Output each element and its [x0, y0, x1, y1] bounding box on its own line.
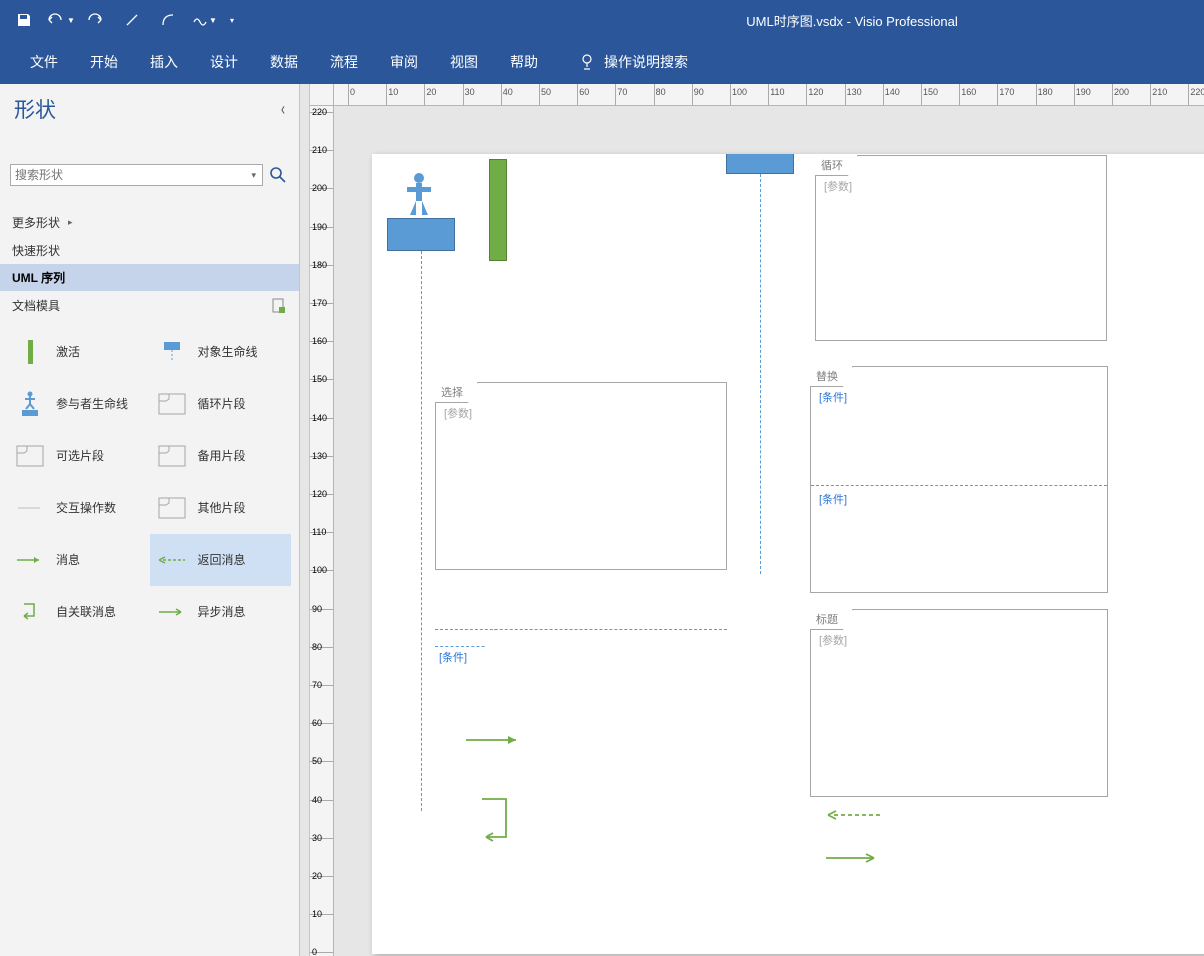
shape-alt-fragment[interactable]: 备用片段 [150, 430, 292, 482]
message-icon [15, 555, 45, 565]
opt-cond: [条件] [439, 649, 467, 665]
vertical-ruler: 2202102001901801701601501401301201101009… [310, 106, 334, 956]
document-icon [271, 298, 287, 314]
qat-customize-button[interactable]: ▾ [224, 5, 240, 35]
shapes-panel-title: 形状 [14, 94, 56, 124]
canvas-object-dash[interactable] [760, 174, 761, 574]
alt-divider [811, 485, 1107, 486]
alt-fragment-label: 替换 [810, 366, 853, 387]
alt-fragment-icon [158, 445, 186, 467]
other-fragment-icon [158, 497, 186, 519]
shape-self-message[interactable]: 自关联消息 [8, 586, 150, 638]
return-message-icon [157, 555, 187, 565]
select-fragment-param: [参数] [444, 405, 472, 421]
object-lifeline-icon [160, 340, 184, 364]
shape-activation[interactable]: 激活 [8, 326, 150, 378]
shape-palette: 激活 对象生命线 参与者生命线 循环片段 可选片段 备用片段 [0, 320, 299, 644]
arc-tool-button[interactable] [152, 5, 184, 35]
undo-button[interactable]: ▼ [44, 5, 76, 35]
canvas-object-head[interactable] [726, 154, 794, 174]
title-bar: ▼ ▼ ▾ UML时序图.vsdx - Visio Professional [0, 0, 1204, 40]
canvas-message-arrow[interactable] [466, 734, 526, 749]
shape-async-message[interactable]: 异步消息 [150, 586, 292, 638]
tab-insert[interactable]: 插入 [134, 42, 194, 82]
uml-sequence-stencil[interactable]: UML 序列 [0, 264, 299, 291]
line-tool-button[interactable] [116, 5, 148, 35]
tab-data[interactable]: 数据 [254, 42, 314, 82]
canvas-return-arrow[interactable] [824, 809, 884, 824]
search-dropdown-icon[interactable]: ▾ [249, 170, 258, 181]
canvas-actor-lifeline[interactable] [399, 171, 439, 224]
search-button[interactable] [267, 164, 289, 186]
actor-lifeline-icon [18, 390, 42, 418]
horizontal-ruler: 0102030405060708090100110120130140150160… [334, 84, 1204, 106]
activation-icon [28, 340, 33, 364]
canvas-title-fragment[interactable]: 标题 [参数] [810, 609, 1108, 797]
main-area: 形状 ‹ ▾ 更多形状▸ 快速形状 UML 序列 文档模具 激活 [0, 84, 1204, 956]
tab-review[interactable]: 审阅 [374, 42, 434, 82]
canvas-actor-head[interactable] [387, 218, 455, 251]
canvas-async-arrow[interactable] [824, 852, 884, 867]
self-message-icon [18, 600, 42, 624]
async-message-icon [157, 607, 187, 617]
collapse-shapes-button[interactable]: ‹ [281, 99, 285, 120]
quick-shapes-stencil[interactable]: 快速形状 [0, 237, 299, 264]
tab-file[interactable]: 文件 [14, 42, 74, 82]
save-button[interactable] [8, 5, 40, 35]
shape-interaction-count[interactable]: 交互操作数 [8, 482, 150, 534]
loop-fragment-icon [158, 393, 186, 415]
shape-opt-fragment[interactable]: 可选片段 [8, 430, 150, 482]
alt-cond-1: [条件] [819, 389, 847, 405]
canvas-activation[interactable] [489, 159, 507, 261]
tell-me-search[interactable]: 操作说明搜索 [562, 42, 704, 82]
shape-other-fragment[interactable]: 其他片段 [150, 482, 292, 534]
search-shapes-input[interactable]: ▾ [10, 164, 263, 186]
tab-help[interactable]: 帮助 [494, 42, 554, 82]
redo-button[interactable] [80, 5, 112, 35]
drawing-page[interactable]: 循环 [参数] 选择 [参数] 替换 [条件] [条件] 标题 [参数] [372, 154, 1204, 954]
tab-view[interactable]: 视图 [434, 42, 494, 82]
loop-fragment-label: 循环 [815, 155, 858, 176]
canvas-actor-dash[interactable] [421, 251, 422, 811]
shape-return-message[interactable]: 返回消息 [150, 534, 292, 586]
ruler-corner [310, 84, 334, 106]
alt-cond-2: [条件] [819, 491, 847, 507]
ribbon-tabs: 文件 开始 插入 设计 数据 流程 审阅 视图 帮助 操作说明搜索 [0, 40, 1204, 84]
loop-fragment-param: [参数] [824, 178, 852, 194]
shape-actor-lifeline[interactable]: 参与者生命线 [8, 378, 150, 430]
canvas-self-message[interactable] [476, 795, 512, 848]
shape-message[interactable]: 消息 [8, 534, 150, 586]
canvas-select-fragment[interactable]: 选择 [参数] [435, 382, 727, 570]
canvas-area[interactable]: 0102030405060708090100110120130140150160… [310, 84, 1204, 956]
tab-design[interactable]: 设计 [194, 42, 254, 82]
more-shapes-button[interactable]: 更多形状▸ [0, 200, 299, 237]
opt-fragment-icon [16, 445, 44, 467]
title-fragment-param: [参数] [819, 632, 847, 648]
freeform-tool-button[interactable]: ▼ [188, 5, 220, 35]
shape-loop-fragment[interactable]: 循环片段 [150, 378, 292, 430]
quick-access-toolbar: ▼ ▼ ▾ [0, 5, 240, 35]
select-fragment-label: 选择 [435, 382, 478, 403]
tab-home[interactable]: 开始 [74, 42, 134, 82]
document-stencil[interactable]: 文档模具 [0, 291, 299, 320]
canvas-alt-fragment[interactable]: 替换 [条件] [条件] [810, 366, 1108, 593]
shape-object-lifeline[interactable]: 对象生命线 [150, 326, 292, 378]
interaction-icon [16, 503, 44, 513]
canvas-loop-fragment[interactable]: 循环 [参数] [815, 155, 1107, 341]
panel-resize-grip[interactable] [300, 84, 310, 956]
canvas-opt-fragment[interactable]: [条件] [435, 629, 727, 667]
title-fragment-label: 标题 [810, 609, 853, 630]
tab-process[interactable]: 流程 [314, 42, 374, 82]
shapes-panel: 形状 ‹ ▾ 更多形状▸ 快速形状 UML 序列 文档模具 激活 [0, 84, 300, 956]
